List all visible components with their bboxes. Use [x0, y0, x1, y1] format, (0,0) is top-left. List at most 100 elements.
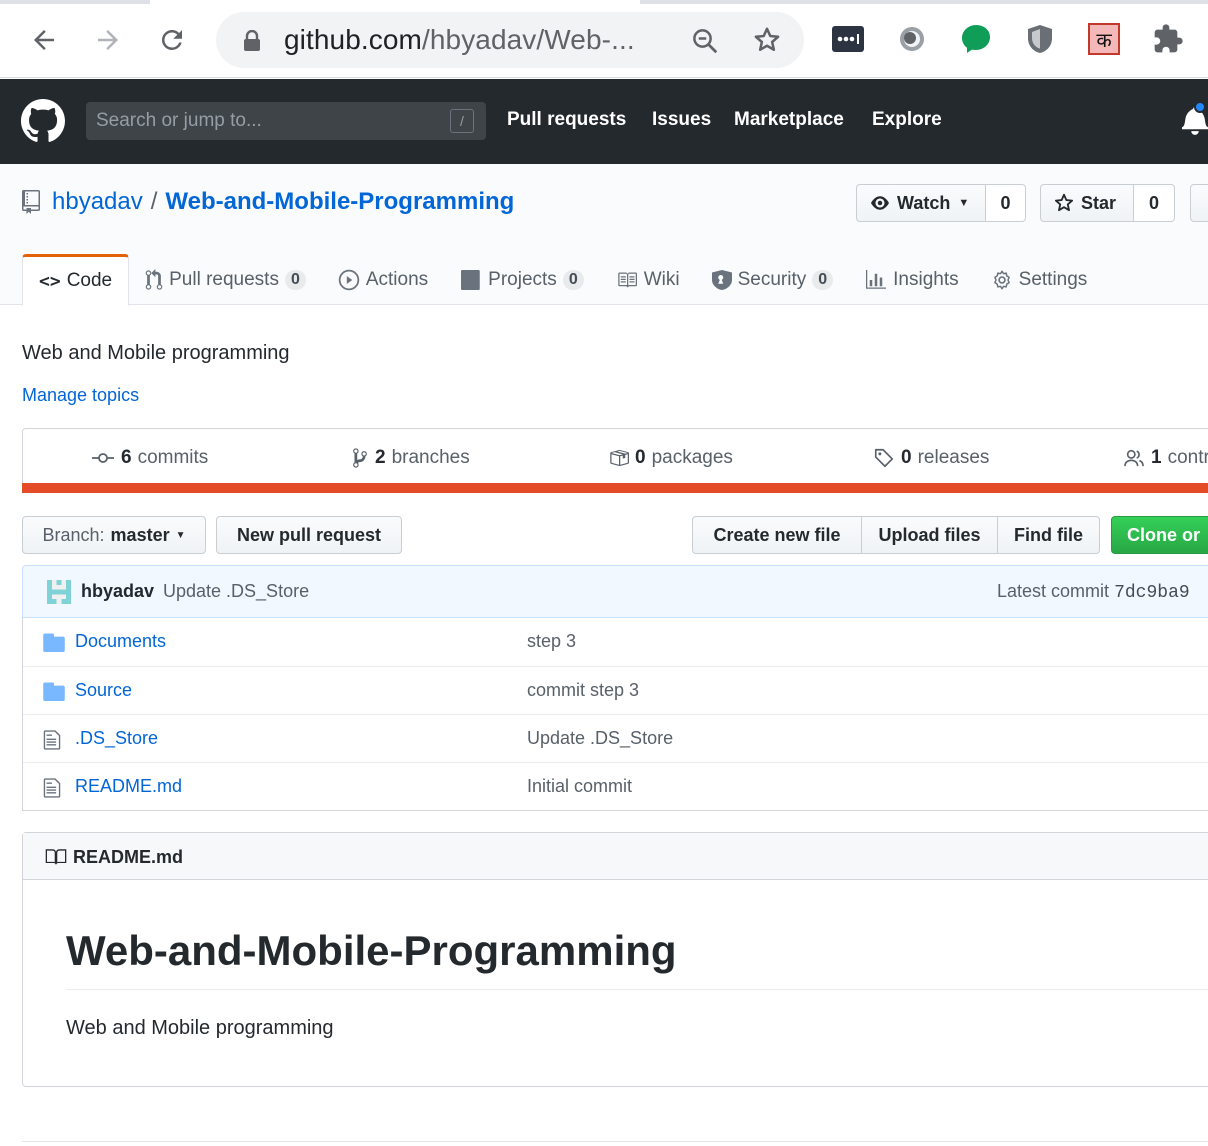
bookmark-star-icon[interactable] — [752, 25, 782, 55]
commits-label: commits — [137, 447, 209, 468]
contributors-link[interactable]: 1 contr — [1123, 447, 1208, 469]
star-icon — [1054, 193, 1074, 212]
releases-link[interactable]: 0 releases — [873, 447, 989, 469]
repo-name-link[interactable]: Web-and-Mobile-Programming — [165, 188, 514, 216]
repo-owner-link[interactable]: hbyadav — [52, 188, 143, 216]
back-button[interactable] — [24, 20, 64, 60]
ka-glyph: क — [1088, 23, 1120, 55]
tab-insights[interactable]: Insights — [849, 254, 974, 305]
nav-marketplace[interactable]: Marketplace — [734, 109, 844, 131]
file-commit-message[interactable]: commit step 3 — [527, 680, 639, 701]
latest-commit-bar: hbyadav Update .DS_Store Latest commit 7… — [22, 565, 1208, 618]
nav-issues[interactable]: Issues — [652, 109, 711, 131]
tab-security-count: 0 — [812, 269, 834, 290]
notifications-button[interactable] — [1182, 101, 1208, 140]
project-icon — [461, 269, 480, 290]
watch-button[interactable]: Watch ▼ — [856, 184, 986, 222]
tab-settings-label: Settings — [1018, 268, 1088, 290]
chat-icon[interactable] — [959, 22, 993, 56]
star-group: Star 0 — [1040, 184, 1175, 222]
tab-settings[interactable]: Settings — [975, 254, 1104, 305]
dropdown-caret-icon: ▼ — [175, 529, 186, 541]
book-icon — [45, 849, 67, 866]
github-logo-icon[interactable] — [21, 99, 65, 143]
tab-projects[interactable]: Projects 0 — [444, 254, 600, 305]
commit-message[interactable]: Update .DS_Store — [163, 581, 309, 602]
star-button[interactable]: Star — [1040, 184, 1134, 222]
commits-count: 6 — [121, 447, 132, 468]
packages-count: 0 — [635, 447, 646, 468]
manage-topics-link[interactable]: Manage topics — [22, 385, 139, 406]
upload-files-button[interactable]: Upload files — [861, 516, 998, 554]
search-shortcut-hint: / — [450, 109, 474, 133]
branch-icon — [353, 448, 367, 468]
pull-request-icon — [145, 268, 163, 290]
branch-select-button[interactable]: Branch: master ▼ — [22, 516, 206, 554]
table-row: Documents step 3 — [23, 618, 1208, 666]
file-name-link[interactable]: .DS_Store — [75, 728, 158, 749]
file-commit-message[interactable]: Update .DS_Store — [527, 728, 673, 749]
contributors-count: 1 — [1151, 447, 1162, 468]
new-pull-request-button[interactable]: New pull request — [216, 516, 402, 554]
password-manager-icon[interactable] — [831, 22, 865, 56]
dropdown-caret-icon: ▼ — [958, 197, 970, 209]
play-icon — [338, 269, 360, 290]
repo-title: hbyadav / Web-and-Mobile-Programming — [22, 188, 514, 216]
file-name-link[interactable]: Documents — [75, 631, 166, 652]
readme-box: README.md Web-and-Mobile-Programming Web… — [22, 832, 1208, 1087]
clone-button[interactable]: Clone or — [1111, 516, 1208, 554]
packages-link[interactable]: 0 packages — [609, 447, 733, 469]
avatar[interactable] — [47, 580, 71, 604]
tab-actions[interactable]: Actions — [322, 254, 444, 305]
nav-explore[interactable]: Explore — [872, 109, 942, 131]
star-count[interactable]: 0 — [1134, 184, 1175, 222]
table-row: .DS_Store Update .DS_Store — [23, 714, 1208, 762]
watch-count[interactable]: 0 — [986, 184, 1026, 222]
tab-strip — [0, 0, 1208, 4]
reload-button[interactable] — [152, 20, 192, 60]
file-name-link[interactable]: README.md — [75, 776, 182, 797]
shield-outline-icon — [711, 269, 732, 290]
puzzle-icon[interactable] — [1151, 22, 1185, 56]
file-icon — [43, 778, 61, 798]
fork-button[interactable] — [1190, 184, 1208, 222]
language-bar[interactable] — [22, 483, 1208, 493]
tab-security[interactable]: Security 0 — [696, 254, 850, 305]
reader-icon[interactable] — [895, 22, 929, 56]
people-icon — [1124, 449, 1144, 467]
commit-author[interactable]: hbyadav — [81, 581, 154, 602]
file-commit-message[interactable]: Initial commit — [527, 776, 632, 797]
file-list: Documents step 3 Source commit step 3 .D… — [22, 618, 1208, 811]
tab-wiki[interactable]: Wiki — [600, 254, 696, 305]
zoom-icon[interactable] — [690, 26, 720, 56]
nav-pull-requests[interactable]: Pull requests — [507, 109, 626, 131]
package-icon — [610, 449, 629, 467]
address-bar[interactable]: github.com/hbyadav/Web-... — [216, 12, 804, 68]
tab-code[interactable]: <> Code — [22, 254, 130, 306]
folder-icon — [43, 633, 65, 652]
create-new-file-button[interactable]: Create new file — [692, 516, 862, 554]
latest-commit-label: Latest commit — [997, 581, 1110, 601]
table-row: Source commit step 3 — [23, 666, 1208, 714]
search-input[interactable] — [86, 102, 446, 140]
branches-link[interactable]: 2 branches — [351, 447, 470, 469]
book-icon — [617, 272, 637, 287]
readme-text: Web and Mobile programming — [66, 1017, 334, 1039]
shield-icon[interactable] — [1023, 22, 1057, 56]
forward-button[interactable] — [88, 20, 128, 60]
watch-group: Watch ▼ 0 — [856, 184, 1026, 222]
file-name-link[interactable]: Source — [75, 680, 132, 701]
find-file-button[interactable]: Find file — [997, 516, 1100, 554]
hindi-ka-icon[interactable]: क — [1087, 22, 1121, 56]
active-tab[interactable] — [150, 0, 640, 4]
commit-sha[interactable]: 7dc9ba9 — [1114, 583, 1190, 603]
file-commit-message[interactable]: step 3 — [527, 631, 576, 652]
readme-header: README.md — [23, 833, 1208, 880]
gear-icon — [993, 270, 1010, 289]
latest-commit: Latest commit 7dc9ba9 — [997, 581, 1190, 603]
tab-pull-requests[interactable]: Pull requests 0 — [129, 254, 322, 305]
eye-icon — [871, 196, 889, 210]
commits-link[interactable]: 6 commits — [91, 447, 208, 469]
tab-wiki-label: Wiki — [643, 268, 680, 290]
tab-insights-label: Insights — [893, 268, 959, 290]
